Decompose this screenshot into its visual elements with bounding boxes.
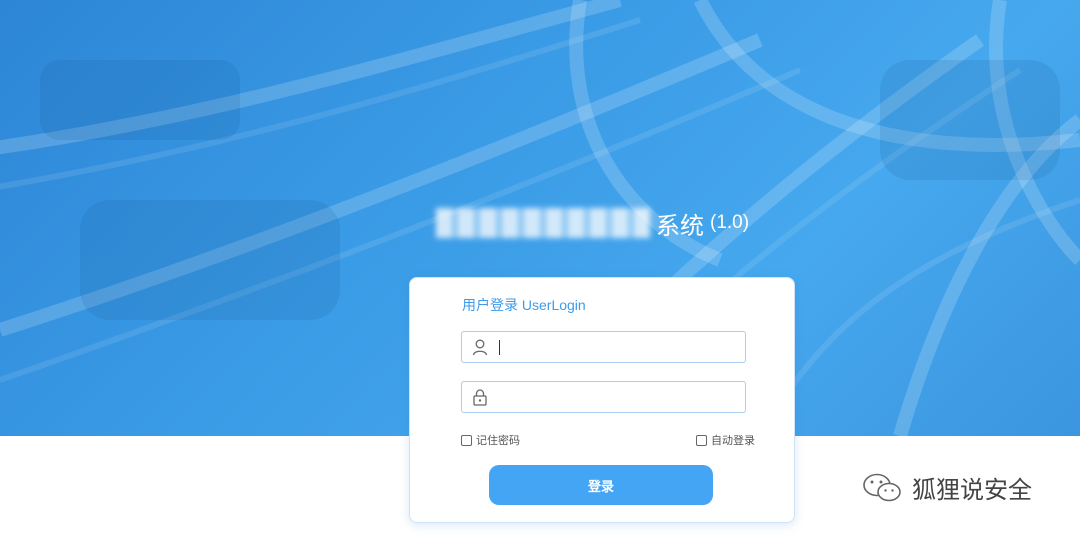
username-field-wrapper (461, 331, 746, 363)
password-input[interactable] (496, 386, 740, 410)
lock-icon (473, 389, 487, 406)
auto-login-checkbox[interactable]: 自动登录 (696, 432, 755, 448)
remember-password-checkbox[interactable]: 记住密码 (461, 432, 520, 448)
title-suffix: 系统 (656, 212, 704, 240)
checkbox-box[interactable] (461, 434, 472, 446)
login-card: 用户登录 UserLogin 记住密码 自动登录 登录 (409, 277, 795, 523)
text-caret (499, 340, 500, 355)
password-field-wrapper (461, 381, 746, 413)
watermark: 狐狸说安全 (862, 470, 1032, 505)
system-title: 系统 (1.0) (436, 206, 749, 240)
redacted-system-name (436, 208, 650, 238)
remember-password-label: 记住密码 (476, 435, 520, 447)
login-button[interactable]: 登录 (489, 465, 713, 505)
wechat-icon (863, 473, 901, 501)
username-input[interactable] (496, 336, 740, 360)
auto-login-label: 自动登录 (711, 435, 755, 447)
checkbox-box[interactable] (696, 434, 707, 446)
watermark-text: 狐狸说安全 (912, 477, 1032, 504)
version-label: (1.0) (710, 212, 750, 233)
user-icon (472, 339, 488, 356)
login-card-title: 用户登录 UserLogin (462, 297, 586, 313)
